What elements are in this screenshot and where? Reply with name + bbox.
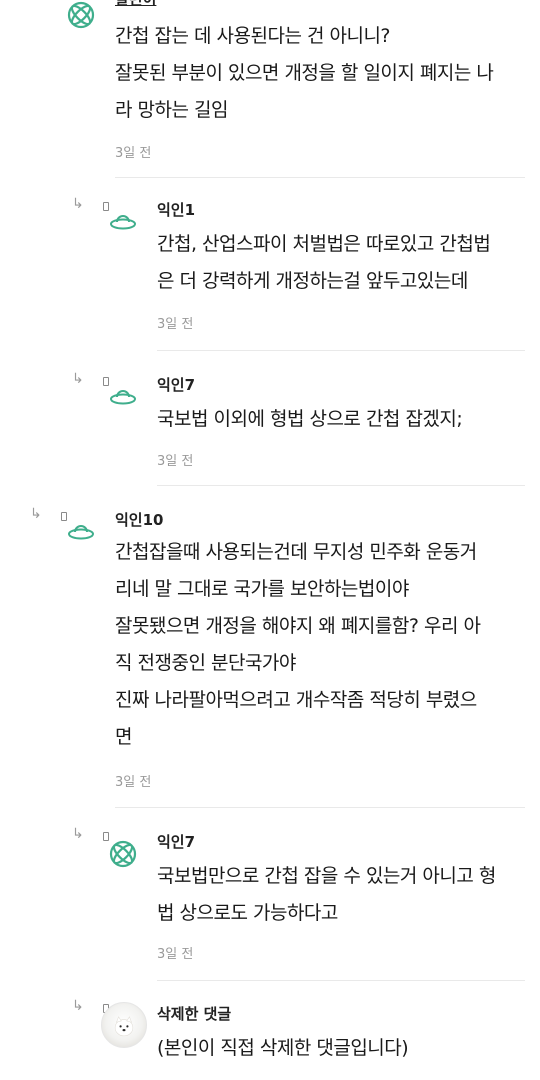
comment-body: 간첩잡을때 사용되는건데 무지성 민주화 운동거 리네 말 그대로 국가를 보안… xyxy=(115,541,481,748)
reply-item: ↳ 익인1 간첩, 산업스파이 처벌법은 따로있고 간첩법 은 더 강력하게 개… xyxy=(0,190,540,350)
ufo-icon xyxy=(108,382,138,412)
comment-body: 간첩 잡는 데 사용된다는 건 아니니? 잘못된 부분이 있으면 개정을 할 일… xyxy=(115,25,494,121)
divider xyxy=(157,350,525,351)
comment-author[interactable]: 익인7 xyxy=(157,374,195,395)
reply-arrow-icon: ↳ xyxy=(30,506,42,522)
divider xyxy=(115,177,525,178)
reply-item: ↳ 익인7 국보법만으로 간첩 잡을 수 있는거 아니고 형 법 상으로도 가능… xyxy=(0,822,540,982)
comment-time: 3일 전 xyxy=(157,317,194,332)
comment-item: 말린이 간첩 잡는 데 사용된다는 건 아니니? 잘못된 부분이 있으면 개정을… xyxy=(0,0,540,180)
comment-time: 3일 전 xyxy=(157,947,194,962)
divider xyxy=(157,485,525,486)
comment-item: ↳ 익인10 간첩잡을때 사용되는건데 무지성 민주화 운동거 리네 말 그대로… xyxy=(0,500,540,800)
comment-time: 3일 전 xyxy=(157,454,194,469)
comment-author[interactable]: 익인10 xyxy=(115,509,163,530)
comment-body: 간첩, 산업스파이 처벌법은 따로있고 간첩법 은 더 강력하게 개정하는걸 앞… xyxy=(157,233,491,292)
comment-time: 3일 전 xyxy=(115,146,152,161)
reply-item: ↳ 삭제한 댓글 (본인이 직접 삭제한 댓글입니다) xyxy=(0,994,540,1080)
ufo-icon xyxy=(66,517,96,547)
reply-arrow-icon: ↳ xyxy=(72,826,84,842)
comment-time: 3일 전 xyxy=(115,775,152,790)
dog-photo-avatar xyxy=(101,1002,147,1048)
divider xyxy=(157,980,525,981)
reply-arrow-icon: ↳ xyxy=(72,998,84,1014)
reply-arrow-icon: ↳ xyxy=(72,371,84,387)
reply-item: ↳ 익인7 국보법 이외에 형법 상으로 간첩 잡겠지; 3일 전 xyxy=(0,365,540,485)
comment-author[interactable]: 익인1 xyxy=(157,199,195,220)
ufo-icon xyxy=(108,207,138,237)
comment-thread: 말린이 간첩 잡는 데 사용된다는 건 아니니? 잘못된 부분이 있으면 개정을… xyxy=(0,0,540,1080)
comment-author: 삭제한 댓글 xyxy=(157,1005,232,1023)
atom-icon xyxy=(66,0,96,30)
comment-author[interactable]: 말린이 xyxy=(115,0,156,9)
reply-arrow-icon: ↳ xyxy=(72,196,84,212)
divider xyxy=(115,807,525,808)
comment-body: 국보법만으로 간첩 잡을 수 있는거 아니고 형 법 상으로도 가능하다고 xyxy=(157,865,496,924)
comment-body: (본인이 직접 삭제한 댓글입니다) xyxy=(157,1037,409,1059)
comment-body: 국보법 이외에 형법 상으로 간첩 잡겠지; xyxy=(157,408,463,430)
comment-author[interactable]: 익인7 xyxy=(157,831,195,852)
atom-icon xyxy=(108,839,138,869)
